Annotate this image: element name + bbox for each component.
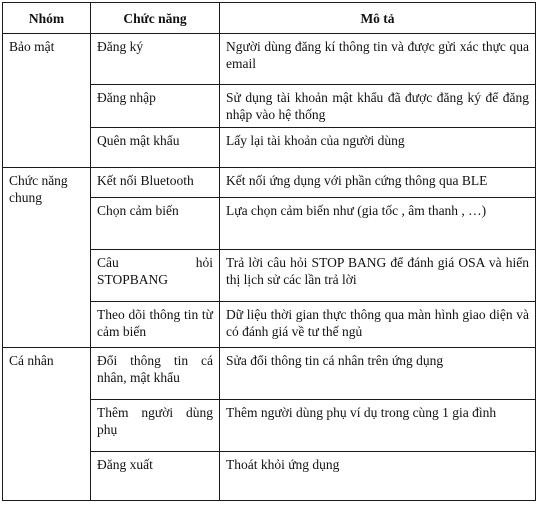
- table-row: Bảo mật Đăng ký Người dùng đăng kí thông…: [2, 33, 536, 168]
- header-function: Chức năng: [90, 2, 220, 34]
- description-cell: Người dùng đăng kí thông tin và được gửi…: [219, 33, 536, 85]
- function-cell: Theo dõi thông tin từ cảm biến: [90, 301, 220, 348]
- feature-table: Nhóm Chức năng Mô tả Bảo mật Đăng ký Ngư…: [2, 2, 536, 501]
- description-cell: Sửa đổi thông tin cá nhân trên ứng dụng: [219, 347, 536, 400]
- function-cell: Đăng nhập: [90, 84, 220, 128]
- group-cell-general: Chức năng chung: [2, 167, 91, 348]
- function-line: Câu hỏi: [97, 255, 213, 270]
- function-cell: Thêm người dùng phụ: [90, 399, 220, 452]
- description-cell: Lựa chọn cảm biến như (gia tốc , âm than…: [219, 197, 536, 250]
- document-page: Nhóm Chức năng Mô tả Bảo mật Đăng ký Ngư…: [0, 0, 538, 507]
- table-row: Cá nhân Đổi thông tin cá nhân, mật khẩu …: [2, 347, 536, 501]
- description-cell: Sử dụng tài khoản mật khẩu đã được đăng …: [219, 84, 536, 128]
- table-row: Chức năng chung Kết nối Bluetooth Kết nố…: [2, 167, 536, 348]
- header-group: Nhóm: [2, 2, 91, 34]
- group-cell-security: Bảo mật: [2, 33, 91, 168]
- header-description: Mô tả: [219, 2, 536, 34]
- description-cell: Lấy lại tài khoản của người dùng: [219, 127, 536, 168]
- description-cell: Dữ liệu thời gian thực thông qua màn hìn…: [219, 301, 536, 348]
- function-cell: Đăng xuất: [90, 451, 220, 501]
- function-cell: Đổi thông tin cá nhân, mật khẩu: [90, 347, 220, 400]
- function-cell: Câu hỏi STOPBANG: [90, 249, 220, 302]
- function-cell: Chọn cảm biến: [90, 197, 220, 250]
- header-row: Nhóm Chức năng Mô tả: [2, 2, 536, 34]
- description-cell: Trả lời câu hỏi STOP BANG để đánh giá OS…: [219, 249, 536, 302]
- group-cell-personal: Cá nhân: [2, 347, 91, 501]
- description-cell: Thêm người dùng phụ ví dụ trong cùng 1 g…: [219, 399, 536, 452]
- description-cell: Kết nối ứng dụng với phần cứng thông qua…: [219, 167, 536, 198]
- function-cell: Đăng ký: [90, 33, 220, 85]
- function-cell: Kết nối Bluetooth: [90, 167, 220, 198]
- description-cell: Thoát khỏi ứng dụng: [219, 451, 536, 501]
- function-line: STOPBANG: [97, 272, 169, 287]
- function-cell: Quên mật khẩu: [90, 127, 220, 168]
